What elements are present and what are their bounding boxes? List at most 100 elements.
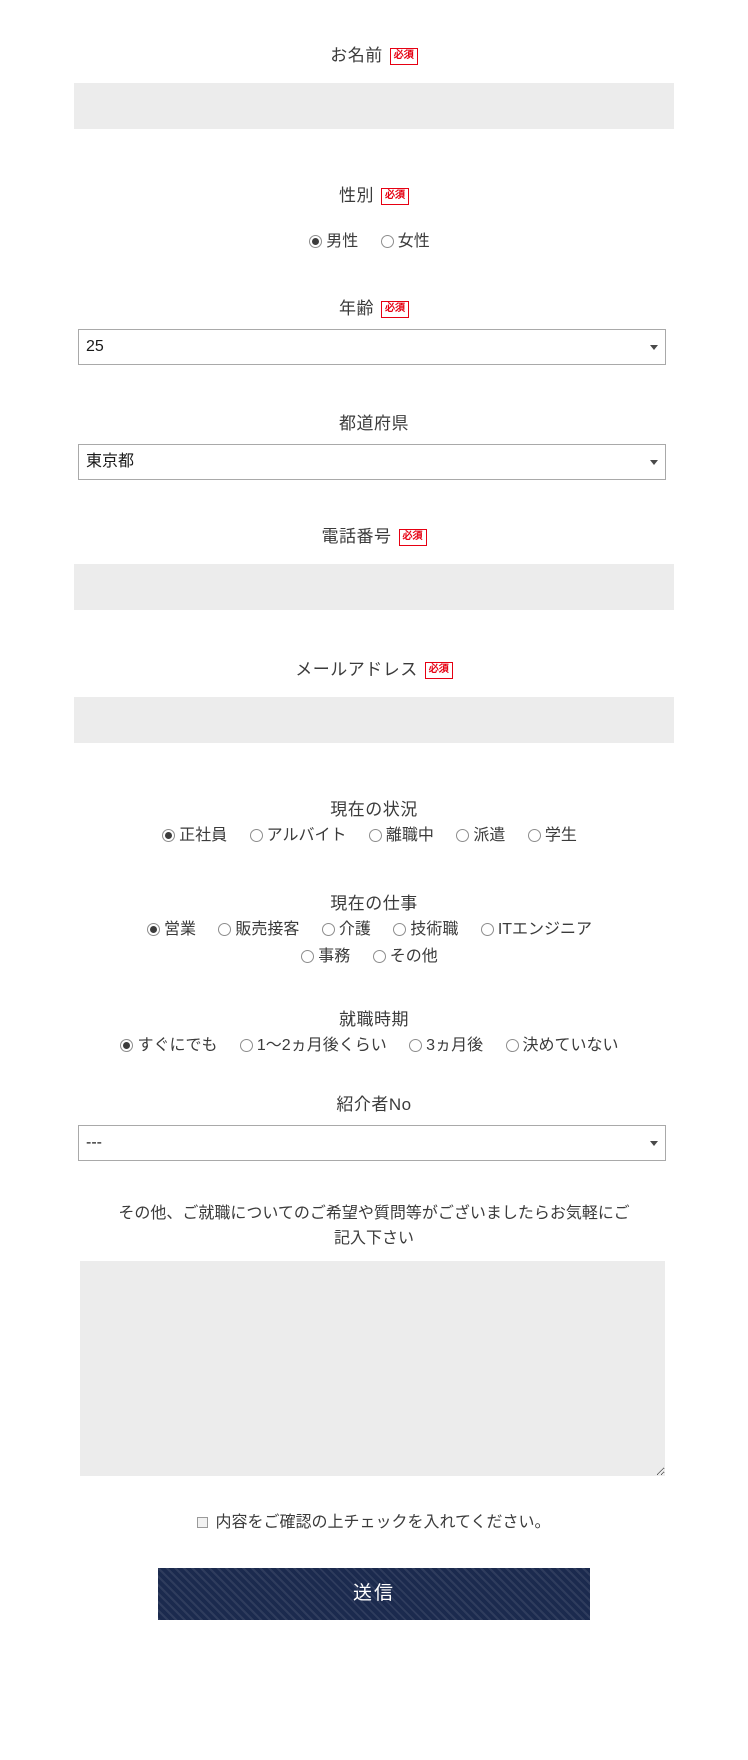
required-badge: 必須 [398, 529, 427, 546]
required-badge: 必須 [381, 301, 409, 318]
radio-icon[interactable] [249, 829, 263, 842]
label-name-text: お名前 [330, 46, 383, 65]
email-input[interactable] [74, 697, 674, 743]
radio-icon[interactable] [120, 1039, 134, 1052]
name-input[interactable] [74, 83, 674, 129]
field-email: メールアドレス 必須 [74, 658, 674, 743]
field-timing: 就職時期 すぐにでも 1〜2ヵ月後くらい 3ヵ月後 決めていない [74, 1008, 674, 1059]
job-option-office-label: 事務 [318, 948, 351, 965]
radio-icon[interactable] [239, 1039, 253, 1052]
radio-icon[interactable] [146, 923, 160, 936]
job-option-retail-label: 販売接客 [235, 921, 300, 938]
radio-icon[interactable] [380, 235, 394, 248]
checkbox-icon[interactable] [197, 1517, 209, 1528]
label-prefecture: 都道府県 [74, 412, 674, 436]
status-option-student[interactable]: 学生 [527, 822, 577, 849]
chevron-down-icon[interactable] [650, 1141, 658, 1146]
required-badge: 必須 [381, 188, 409, 205]
radio-icon[interactable] [309, 235, 323, 248]
age-select-value: 25 [86, 338, 104, 355]
field-name: お名前 必須 [74, 44, 674, 129]
label-gender-text: 性別 [339, 186, 374, 205]
field-current-status: 現在の状況 正社員 アルバイト 離職中 派遣 学生 [74, 798, 674, 849]
label-current-status: 現在の状況 [74, 798, 674, 822]
chevron-down-icon[interactable] [650, 460, 658, 465]
confirm-checkbox-row[interactable]: 内容をご確認の上チェックを入れてください。 [74, 1512, 674, 1534]
current-job-radio-group-row1: 営業 販売接客 介護 技術職 ITエンジニア [74, 916, 674, 943]
radio-icon[interactable] [409, 1039, 423, 1052]
required-badge: 必須 [424, 662, 453, 679]
radio-icon[interactable] [480, 923, 494, 936]
timing-radio-group: すぐにでも 1〜2ヵ月後くらい 3ヵ月後 決めていない [74, 1032, 674, 1059]
chevron-down-icon[interactable] [650, 345, 658, 350]
radio-icon[interactable] [301, 950, 315, 963]
radio-icon[interactable] [393, 923, 407, 936]
field-note: その他、ご就職についてのご希望や質問等がございましたらお気軽にご 記入下さい [74, 1201, 674, 1476]
timing-option-undecided[interactable]: 決めていない [505, 1032, 619, 1059]
timing-option-3months-label: 3ヵ月後 [426, 1037, 484, 1054]
field-prefecture: 都道府県 東京都 [74, 412, 674, 480]
gender-option-male-label: 男性 [326, 233, 359, 250]
note-textarea[interactable] [80, 1261, 665, 1476]
job-option-sales[interactable]: 営業 [146, 916, 196, 943]
phone-input[interactable] [74, 564, 674, 610]
timing-option-immediately[interactable]: すぐにでも [120, 1032, 217, 1059]
label-email-text: メールアドレス [295, 660, 418, 679]
prefecture-select[interactable]: 東京都 [78, 444, 666, 480]
radio-icon[interactable] [368, 829, 382, 842]
radio-icon[interactable] [162, 829, 176, 842]
timing-option-1-2months-label: 1〜2ヵ月後くらい [256, 1037, 387, 1054]
timing-option-undecided-label: 決めていない [522, 1037, 619, 1054]
label-name: お名前 必須 [74, 44, 674, 68]
job-option-it-engineer[interactable]: ITエンジニア [480, 916, 593, 943]
label-referrer: 紹介者No [74, 1093, 674, 1117]
label-current-status-text: 現在の状況 [330, 800, 418, 819]
confirm-checkbox-label: 内容をご確認の上チェックを入れてください。 [215, 1514, 551, 1531]
label-note: その他、ご就職についてのご希望や質問等がございましたらお気軽にご 記入下さい [74, 1201, 674, 1251]
timing-option-1-2months[interactable]: 1〜2ヵ月後くらい [239, 1032, 387, 1059]
label-phone: 電話番号 必須 [74, 525, 674, 549]
form-page: お名前 必須 性別 必須 男性 女性 年齢 必須 25 都道府県 東京都 電話番… [0, 0, 748, 1760]
label-current-job-text: 現在の仕事 [330, 894, 418, 913]
status-option-unemployed[interactable]: 離職中 [368, 822, 434, 849]
label-gender: 性別 必須 [74, 184, 674, 208]
field-referrer: 紹介者No --- [74, 1093, 674, 1161]
label-age-text: 年齢 [339, 299, 374, 318]
radio-icon[interactable] [456, 829, 470, 842]
radio-icon[interactable] [372, 950, 386, 963]
label-note-line2: 記入下さい [333, 1230, 414, 1247]
radio-icon[interactable] [321, 923, 335, 936]
radio-icon[interactable] [505, 1039, 519, 1052]
job-option-technical-label: 技術職 [410, 921, 459, 938]
label-note-line1: その他、ご就職についてのご希望や質問等がございましたらお気軽にご [118, 1205, 630, 1222]
status-option-haken[interactable]: 派遣 [456, 822, 505, 849]
gender-option-male[interactable]: 男性 [309, 228, 358, 255]
field-age: 年齢 必須 25 [74, 297, 674, 365]
timing-option-immediately-label: すぐにでも [137, 1037, 218, 1054]
job-option-care[interactable]: 介護 [321, 916, 371, 943]
referrer-select[interactable]: --- [78, 1125, 666, 1161]
radio-icon[interactable] [527, 829, 541, 842]
radio-icon[interactable] [218, 923, 232, 936]
job-option-office[interactable]: 事務 [301, 943, 350, 970]
current-job-radio-group-row2: 事務 その他 [74, 943, 674, 970]
field-gender: 性別 必須 男性 女性 [74, 184, 674, 255]
label-current-job: 現在の仕事 [74, 892, 674, 916]
submit-area: 送信 [74, 1568, 674, 1620]
gender-radio-group: 男性 女性 [74, 228, 674, 255]
status-option-seishain[interactable]: 正社員 [162, 822, 227, 849]
submit-button[interactable]: 送信 [158, 1568, 590, 1620]
label-age: 年齢 必須 [74, 297, 674, 321]
referrer-select-value: --- [86, 1134, 102, 1151]
gender-option-female[interactable]: 女性 [380, 228, 430, 255]
status-option-student-label: 学生 [544, 827, 577, 844]
job-option-retail[interactable]: 販売接客 [218, 916, 299, 943]
label-phone-text: 電話番号 [321, 527, 392, 546]
status-option-unemployed-label: 離職中 [385, 827, 434, 844]
age-select[interactable]: 25 [78, 329, 666, 365]
job-option-technical[interactable]: 技術職 [393, 916, 458, 943]
job-option-it-engineer-label: ITエンジニア [497, 921, 593, 938]
timing-option-3months[interactable]: 3ヵ月後 [409, 1032, 483, 1059]
status-option-arbeit[interactable]: アルバイト [249, 822, 346, 849]
job-option-other[interactable]: その他 [372, 943, 438, 970]
